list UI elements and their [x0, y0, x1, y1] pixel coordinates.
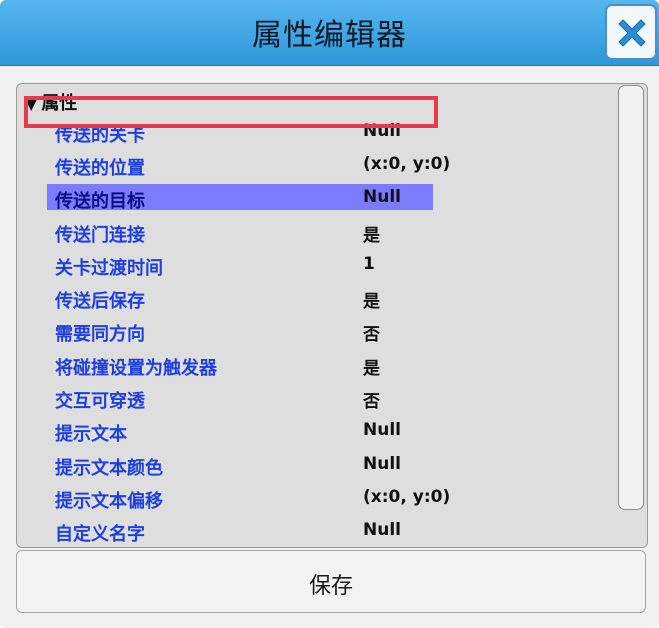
property-value[interactable]: 是	[363, 287, 380, 312]
property-key: 传送的位置	[55, 158, 145, 179]
property-value[interactable]: 是	[363, 221, 380, 246]
property-key: 提示文本	[55, 424, 127, 445]
save-button-label: 保存	[308, 574, 353, 599]
property-row[interactable]: 提示文本偏移 (x:0, y:0)	[55, 484, 617, 512]
property-key: 交互可穿透	[55, 391, 145, 412]
property-value[interactable]: (x:0, y:0)	[363, 487, 450, 507]
property-key: 传送门连接	[55, 225, 145, 246]
property-row[interactable]: 传送门连接 是	[55, 218, 617, 246]
property-row-selected[interactable]: 传送的目标 Null	[47, 184, 433, 212]
property-key: 自定义名字	[55, 524, 145, 545]
property-value[interactable]: Null	[363, 454, 401, 474]
title-bar: 属性编辑器	[0, 0, 659, 66]
property-key: 将碰撞设置为触发器	[55, 358, 217, 379]
property-value[interactable]: 1	[363, 254, 375, 274]
property-row[interactable]: 需要同方向 否	[55, 317, 617, 345]
property-row[interactable]: 自定义名字 Null	[55, 517, 617, 545]
property-key: 提示文本偏移	[55, 491, 163, 512]
property-value[interactable]: 否	[363, 320, 380, 345]
property-value[interactable]: Null	[363, 520, 401, 540]
save-button[interactable]: 保存	[16, 550, 646, 613]
property-key: 提示文本颜色	[55, 458, 163, 479]
property-value[interactable]: 否	[363, 387, 380, 412]
property-row[interactable]: 将碰撞设置为触发器 是	[55, 351, 617, 379]
property-row[interactable]: 关卡过渡时间 1	[55, 251, 617, 279]
property-value[interactable]: 是	[363, 354, 380, 379]
selection-highlight-box	[24, 96, 438, 128]
property-key: 传送的目标	[55, 191, 145, 212]
close-button[interactable]	[605, 4, 657, 60]
property-value[interactable]: (x:0, y:0)	[363, 154, 450, 174]
property-key: 需要同方向	[55, 324, 145, 345]
close-icon	[618, 19, 646, 47]
property-row[interactable]: 传送的位置 (x:0, y:0)	[55, 151, 617, 179]
vertical-scrollbar[interactable]	[617, 84, 646, 547]
property-row[interactable]: 提示文本 Null	[55, 417, 617, 445]
property-value[interactable]: Null	[363, 187, 401, 207]
property-row[interactable]: 交互可穿透 否	[55, 384, 617, 412]
property-key: 关卡过渡时间	[55, 258, 163, 279]
property-value[interactable]: Null	[363, 420, 401, 440]
scrollbar-thumb[interactable]	[618, 85, 644, 510]
property-editor-window: 属性编辑器 ▼ 属性 传送的关卡 Null 传送的位置 (x:0, y:0) 传送…	[0, 0, 659, 628]
property-row[interactable]: 传送后保存 是	[55, 284, 617, 312]
property-row[interactable]: 提示文本颜色 Null	[55, 451, 617, 479]
property-key: 传送后保存	[55, 291, 145, 312]
property-list-panel: ▼ 属性 传送的关卡 Null 传送的位置 (x:0, y:0) 传送的目标 Nu…	[16, 83, 648, 548]
window-title: 属性编辑器	[252, 18, 407, 53]
